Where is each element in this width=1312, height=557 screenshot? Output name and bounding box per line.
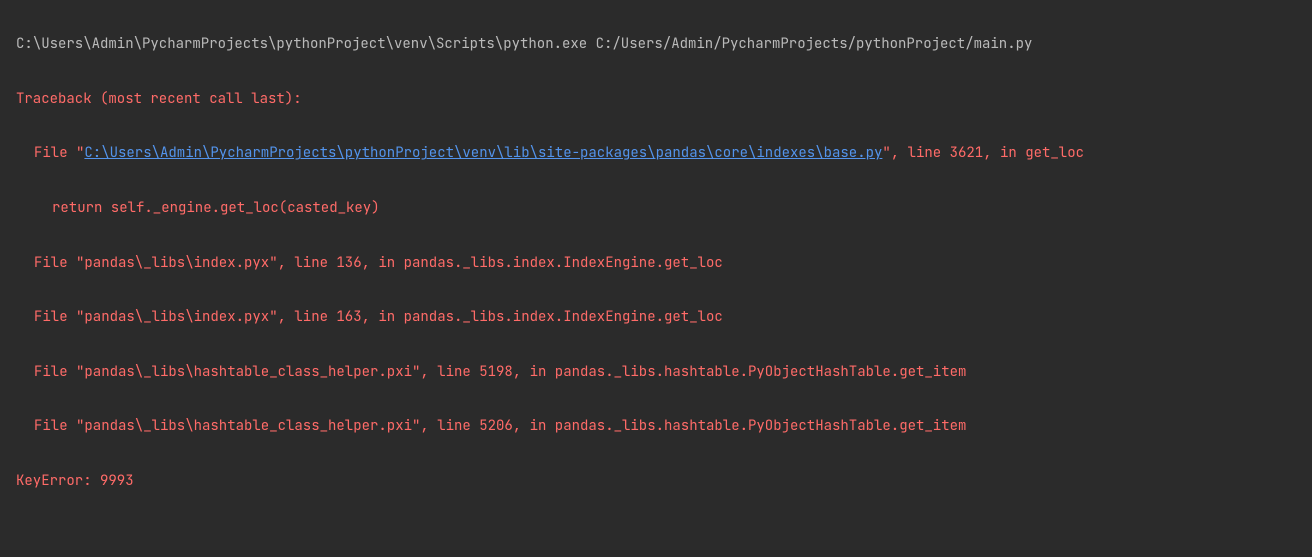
file-link[interactable]: C:\Users\Admin\PycharmProjects\pythonPro… [84, 144, 882, 162]
frame-suffix: ", line 3621, in get_loc [882, 144, 1084, 162]
traceback-frame: File "pandas\_libs\index.pyx", line 136,… [16, 250, 1304, 277]
traceback-frame: File "pandas\_libs\hashtable_class_helpe… [16, 413, 1304, 440]
traceback-frame: File "pandas\_libs\index.pyx", line 163,… [16, 304, 1304, 331]
blank-line [16, 523, 1304, 550]
frame-prefix: File " [34, 144, 84, 162]
console-output: C:\Users\Admin\PycharmProjects\pythonPro… [0, 0, 1312, 557]
key-error-1: KeyError: 9993 [16, 468, 1304, 495]
traceback-frame: File "pandas\_libs\hashtable_class_helpe… [16, 359, 1304, 386]
frame-code: return self._engine.get_loc(casted_key) [16, 195, 1304, 222]
command-line: C:\Users\Admin\PycharmProjects\pythonPro… [16, 31, 1304, 58]
traceback-header-1: Traceback (most recent call last): [16, 86, 1304, 113]
traceback-frame: File "C:\Users\Admin\PycharmProjects\pyt… [16, 140, 1304, 167]
